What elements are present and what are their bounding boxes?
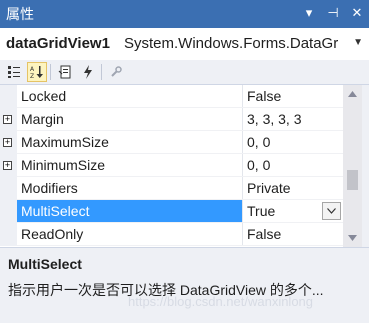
events-icon: [84, 65, 92, 79]
toolbar-separator: [101, 64, 102, 80]
object-selector[interactable]: dataGridView1 System.Windows.Forms.DataG…: [0, 28, 369, 61]
property-value[interactable]: False: [247, 226, 281, 242]
row-gutter: [0, 223, 17, 246]
property-row-margin[interactable]: + Margin 3, 3, 3, 3: [0, 108, 343, 131]
close-icon[interactable]: ✕: [349, 4, 365, 22]
property-pages-icon: [111, 66, 122, 77]
property-row-locked[interactable]: Locked False: [0, 85, 343, 108]
pin-icon[interactable]: ⊣: [325, 4, 341, 22]
expand-plus-icon[interactable]: +: [3, 138, 12, 147]
property-value[interactable]: 3, 3, 3, 3: [247, 111, 301, 127]
object-type: System.Windows.Forms.DataGr: [124, 35, 339, 52]
row-gutter: [0, 177, 17, 200]
object-name: dataGridView1: [6, 35, 110, 52]
window-position-menu-icon[interactable]: ▾: [301, 4, 317, 22]
column-divider[interactable]: [242, 108, 243, 131]
properties-icon: [58, 65, 71, 79]
column-divider[interactable]: [242, 154, 243, 177]
vertical-scrollbar[interactable]: [343, 85, 362, 247]
property-name: Modifiers: [21, 180, 78, 196]
property-pages-button[interactable]: [106, 62, 126, 82]
svg-text:A: A: [30, 66, 35, 73]
alphabetical-icon: A Z: [30, 66, 43, 79]
property-row-multiselect[interactable]: MultiSelect True: [0, 200, 343, 223]
property-grid: Locked False + Margin 3, 3, 3, 3 + Maxim…: [0, 85, 343, 247]
column-divider[interactable]: [242, 177, 243, 200]
categorized-icon: [8, 66, 20, 78]
title-bar: 属性 ▾ ⊣ ✕: [0, 0, 369, 28]
expand-plus-icon[interactable]: +: [3, 115, 12, 124]
categorized-button[interactable]: [4, 62, 24, 82]
column-divider[interactable]: [242, 200, 243, 223]
property-value[interactable]: Private: [247, 180, 291, 196]
property-name: Margin: [21, 111, 64, 127]
property-name: ReadOnly: [21, 226, 84, 242]
property-name: MinimumSize: [21, 157, 106, 173]
description-pane: MultiSelect 指示用户一次是否可以选择 DataGridView 的多…: [0, 247, 369, 323]
scrollbar-thumb[interactable]: [347, 170, 358, 190]
property-row-minimumsize[interactable]: + MinimumSize 0, 0: [0, 154, 343, 177]
properties-button[interactable]: [55, 62, 75, 82]
toolbar: A Z: [0, 60, 369, 85]
value-dropdown-button[interactable]: [322, 202, 341, 220]
property-value[interactable]: False: [247, 88, 281, 104]
events-button[interactable]: [78, 62, 98, 82]
window-title: 属性: [6, 6, 34, 22]
property-value[interactable]: 0, 0: [247, 157, 270, 173]
watermark: https://blog.csdn.net/wanxinlong: [128, 294, 314, 309]
expand-plus-icon[interactable]: +: [3, 161, 12, 170]
column-divider[interactable]: [242, 131, 243, 154]
chevron-down-icon: [327, 208, 336, 214]
property-row-maximumsize[interactable]: + MaximumSize 0, 0: [0, 131, 343, 154]
property-value[interactable]: 0, 0: [247, 134, 270, 150]
chevron-down-icon[interactable]: ▼: [353, 37, 363, 48]
property-name: MaximumSize: [21, 134, 109, 150]
row-gutter: [0, 85, 17, 108]
property-name: MultiSelect: [21, 203, 90, 219]
row-separator: [17, 245, 343, 246]
scroll-up-icon[interactable]: [348, 91, 357, 97]
description-title: MultiSelect: [8, 256, 82, 272]
row-gutter: [0, 200, 17, 223]
property-name: Locked: [21, 88, 67, 104]
alphabetical-button[interactable]: A Z: [27, 62, 47, 82]
property-row-readonly[interactable]: ReadOnly False: [0, 223, 343, 246]
scroll-down-icon[interactable]: [348, 235, 357, 241]
property-value[interactable]: True: [247, 203, 275, 219]
svg-text:Z: Z: [30, 73, 34, 79]
window-controls: ▾ ⊣ ✕: [301, 4, 365, 22]
property-row-modifiers[interactable]: Modifiers Private: [0, 177, 343, 200]
toolbar-separator: [50, 64, 51, 80]
column-divider[interactable]: [242, 85, 243, 108]
column-divider[interactable]: [242, 223, 243, 246]
properties-window: 属性 ▾ ⊣ ✕ dataGridView1 System.Windows.Fo…: [0, 0, 369, 323]
